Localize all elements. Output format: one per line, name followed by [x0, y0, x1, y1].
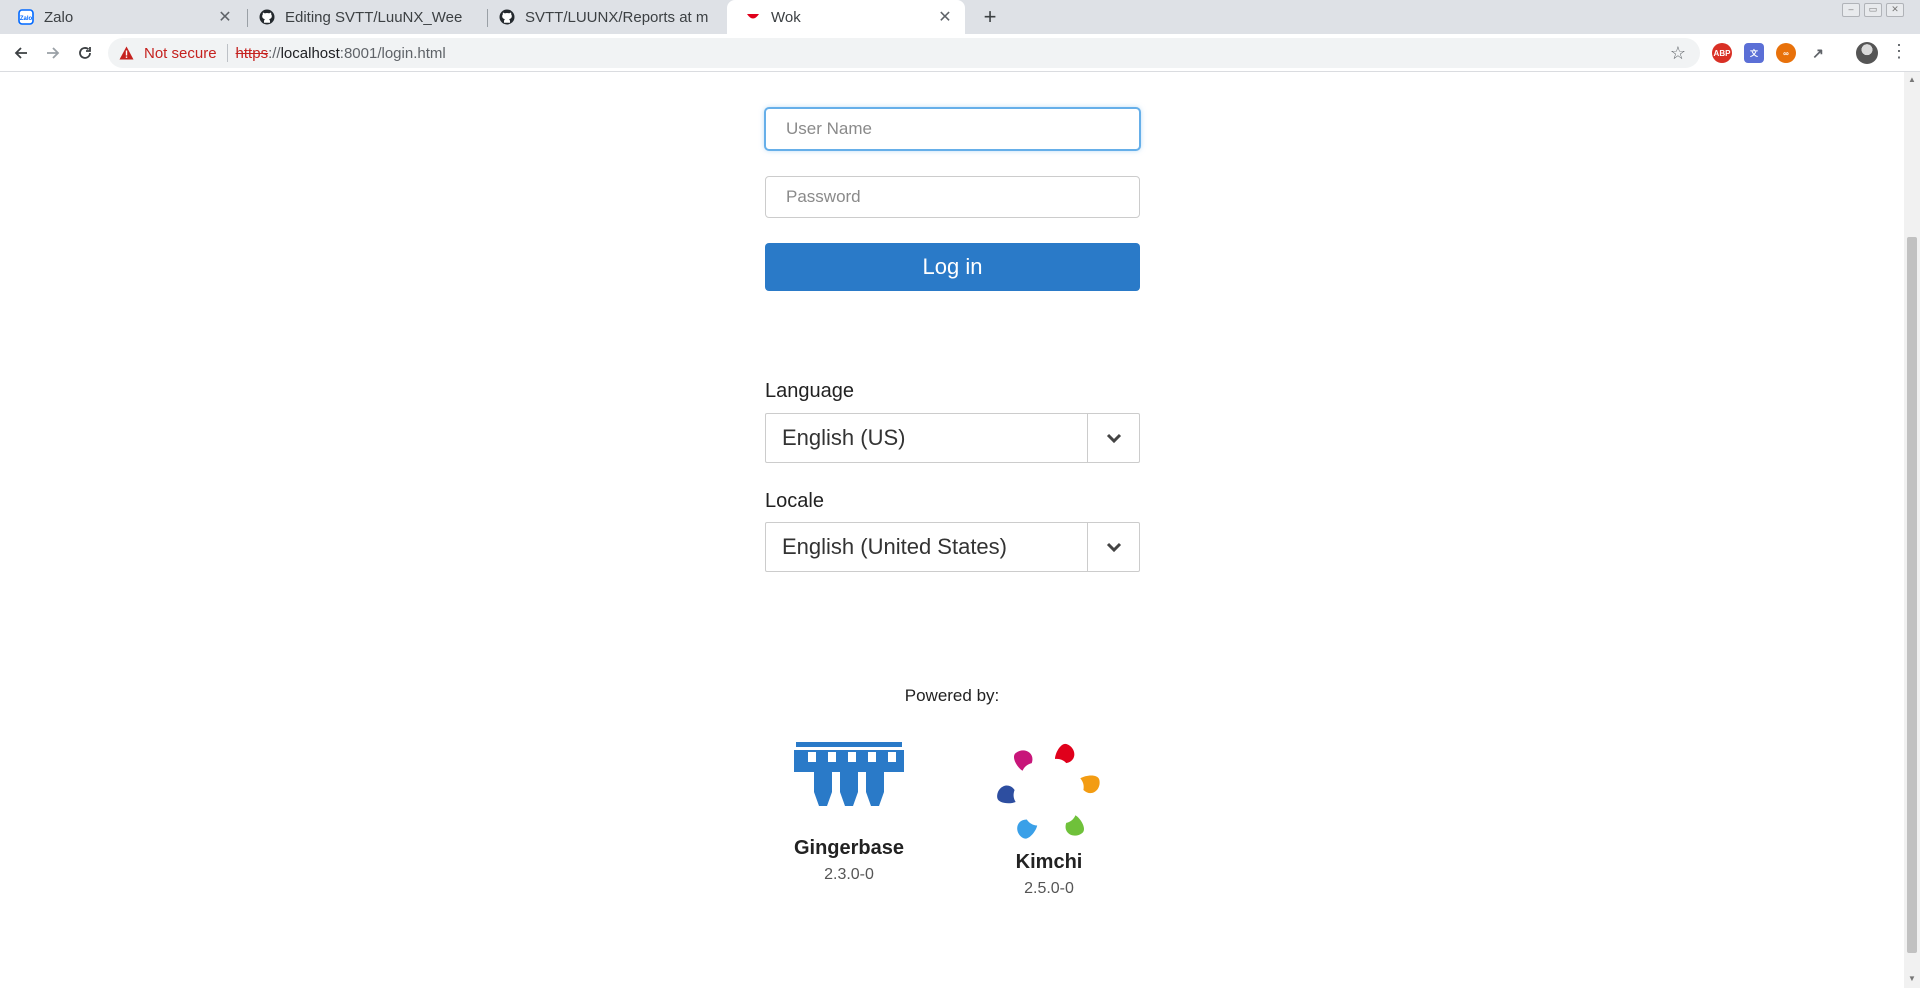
- password-input[interactable]: [765, 176, 1140, 218]
- tab-zalo[interactable]: Zalo Zalo ✕: [0, 0, 245, 34]
- plugin-kimchi: Kimchi 2.5.0-0: [969, 740, 1129, 898]
- url-path: :8001/login.html: [339, 44, 446, 62]
- tab-title: Zalo: [44, 8, 74, 26]
- language-selected-value: English (US): [782, 425, 906, 450]
- bookmark-star-icon[interactable]: ☆: [1670, 43, 1686, 64]
- github-icon: [499, 9, 515, 25]
- github-icon: [259, 9, 275, 25]
- scrollbar-thumb[interactable]: [1907, 237, 1917, 953]
- tab-divider: [247, 9, 248, 27]
- close-icon[interactable]: ✕: [215, 7, 235, 27]
- reload-button[interactable]: [71, 39, 99, 67]
- warning-icon[interactable]: [118, 45, 134, 61]
- plugin-name: Gingerbase: [793, 837, 905, 859]
- language-select[interactable]: English (US): [765, 413, 1140, 463]
- chevron-down-icon: [1106, 433, 1121, 443]
- locale-dropdown-button[interactable]: [1087, 523, 1139, 571]
- plugin-gingerbase: Gingerbase 2.3.0-0: [769, 740, 929, 884]
- close-window-button[interactable]: ✕: [1886, 3, 1904, 17]
- back-button[interactable]: [7, 39, 35, 67]
- address-bar[interactable]: Not secure https :// localhost :8001/log…: [108, 38, 1700, 68]
- url-host: localhost: [280, 44, 340, 62]
- tab-svtt-reports[interactable]: SVTT/LUUNX/Reports at m: [489, 0, 725, 34]
- tab-bar: Zalo Zalo ✕ Editing SVTT/LuuNX_Wee SVTT/…: [0, 0, 1920, 34]
- menu-icon[interactable]: ⋮: [1890, 41, 1908, 62]
- close-icon[interactable]: ✕: [935, 7, 955, 27]
- address-divider: [226, 44, 228, 62]
- browser-toolbar: Not secure https :// localhost :8001/log…: [0, 34, 1920, 72]
- language-label: Language: [765, 380, 854, 402]
- plugin-name: Kimchi: [1015, 851, 1083, 873]
- kimchi-logo-icon: [997, 743, 1100, 839]
- login-button[interactable]: Log in: [765, 243, 1140, 291]
- adblock-label: ABP: [1713, 48, 1731, 58]
- zalo-icon: Zalo: [18, 9, 34, 25]
- username-input[interactable]: [765, 108, 1140, 150]
- security-status[interactable]: Not secure: [144, 45, 217, 62]
- infinity-icon[interactable]: ∞: [1776, 43, 1796, 63]
- plugin-version: 2.5.0-0: [1024, 880, 1074, 897]
- scroll-down-arrow[interactable]: ▼: [1908, 974, 1916, 983]
- locale-selected-value: English (United States): [782, 534, 1007, 559]
- chevron-down-icon: [1106, 542, 1121, 552]
- tab-wok[interactable]: Wok ✕: [727, 0, 965, 34]
- forward-button[interactable]: [39, 39, 67, 67]
- tab-title: SVTT/LUUNX/Reports at m: [525, 8, 709, 26]
- svg-text:Zalo: Zalo: [20, 16, 33, 22]
- profile-avatar[interactable]: [1856, 42, 1878, 64]
- new-tab-button[interactable]: +: [976, 3, 1004, 31]
- minimize-button[interactable]: –: [1842, 3, 1860, 17]
- reload-icon: [79, 47, 91, 59]
- scroll-up-arrow[interactable]: ▲: [1908, 75, 1916, 84]
- url-separator: ://: [268, 44, 281, 62]
- powered-by-label: Powered by:: [904, 686, 1000, 705]
- gingerbase-logo-icon: [794, 742, 904, 806]
- translate-icon[interactable]: 文: [1744, 43, 1764, 63]
- back-arrow-icon: [14, 47, 27, 59]
- language-dropdown-button[interactable]: [1087, 414, 1139, 462]
- locale-select[interactable]: English (United States): [765, 522, 1140, 572]
- forward-arrow-icon: [47, 47, 60, 59]
- tab-title: Editing SVTT/LuuNX_Wee: [285, 8, 463, 26]
- tab-divider: [487, 9, 488, 27]
- plugin-version: 2.3.0-0: [824, 866, 874, 883]
- tab-title: Wok: [771, 8, 801, 26]
- adblock-extension[interactable]: ABP: [1712, 43, 1732, 63]
- cursor-icon[interactable]: ↗: [1808, 43, 1828, 63]
- locale-label: Locale: [765, 490, 824, 512]
- url-scheme: https: [235, 44, 269, 62]
- maximize-button[interactable]: ▭: [1864, 3, 1882, 17]
- wok-icon: [745, 9, 761, 25]
- tab-editing-svtt[interactable]: Editing SVTT/LuuNX_Wee: [249, 0, 485, 34]
